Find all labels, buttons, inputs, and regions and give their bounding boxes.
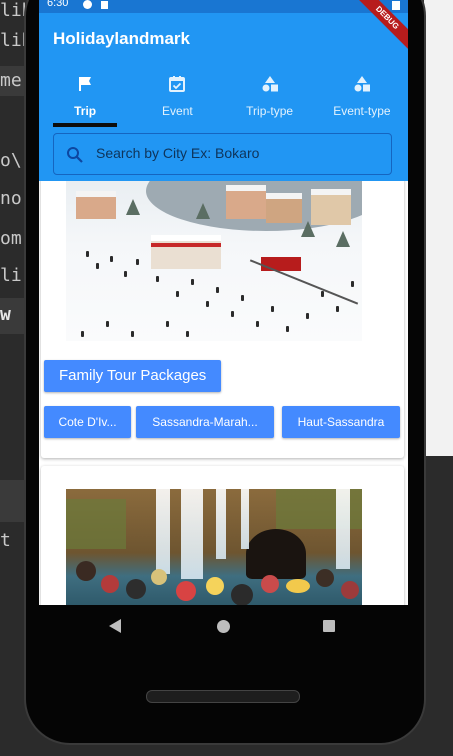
category-icon (354, 76, 370, 92)
search-box[interactable] (53, 133, 392, 175)
search-area (39, 131, 408, 181)
tab-event[interactable]: Event (131, 69, 223, 131)
background-ide-right-dark (424, 456, 453, 756)
tab-label: Event-type (333, 104, 391, 118)
battery-icon (392, 1, 400, 10)
snowy-hill-town-crowd-photo (66, 181, 362, 341)
phone-speaker (146, 690, 300, 703)
calendar-check-icon (169, 76, 186, 92)
tab-trip[interactable]: Trip (39, 69, 131, 131)
system-navigation-bar (39, 605, 408, 647)
package-card: Family Tour Packages Cote D'Iv... Sassan… (41, 181, 404, 458)
tab-label: Trip-type (246, 104, 294, 118)
tab-bar: Trip Event Trip-type Event-type (39, 69, 408, 131)
status-bar: 6:30 (39, 0, 408, 13)
home-icon[interactable] (217, 620, 230, 633)
waterfall-crowd-photo (66, 489, 362, 605)
location-button-haut-sassandra[interactable]: Haut-Sassandra (282, 406, 400, 438)
location-button-cote-divoire[interactable]: Cote D'Iv... (44, 406, 131, 438)
sd-card-icon (101, 1, 108, 9)
tab-trip-type[interactable]: Trip-type (224, 69, 316, 131)
location-button-sassandra-marahoue[interactable]: Sassandra-Marah... (136, 406, 274, 438)
phone-screen: 6:30 Holidaylandmark DEBUG Trip Event Tr… (39, 0, 408, 605)
flag-icon (79, 77, 92, 91)
search-icon (67, 147, 83, 163)
app-bar: Holidaylandmark DEBUG Trip Event Trip-ty… (39, 0, 408, 131)
package-list: Family Tour Packages Cote D'Iv... Sassan… (39, 181, 408, 605)
notification-icon (83, 0, 92, 9)
package-title-button[interactable]: Family Tour Packages (44, 360, 222, 392)
package-card (41, 466, 404, 605)
status-time: 6:30 (47, 0, 69, 9)
tab-event-type[interactable]: Event-type (316, 69, 408, 131)
app-title: Holidaylandmark (53, 29, 190, 48)
recents-icon[interactable] (323, 620, 335, 632)
tab-label: Trip (74, 104, 97, 118)
active-tab-indicator (53, 123, 117, 127)
location-button-row: Cote D'Iv... Sassandra-Marah... Haut-Sas… (44, 406, 404, 438)
search-input[interactable] (96, 145, 376, 161)
category-icon (262, 76, 278, 92)
tab-label: Event (162, 104, 193, 118)
background-ide-right-panel (424, 0, 453, 456)
back-icon[interactable] (109, 619, 121, 633)
